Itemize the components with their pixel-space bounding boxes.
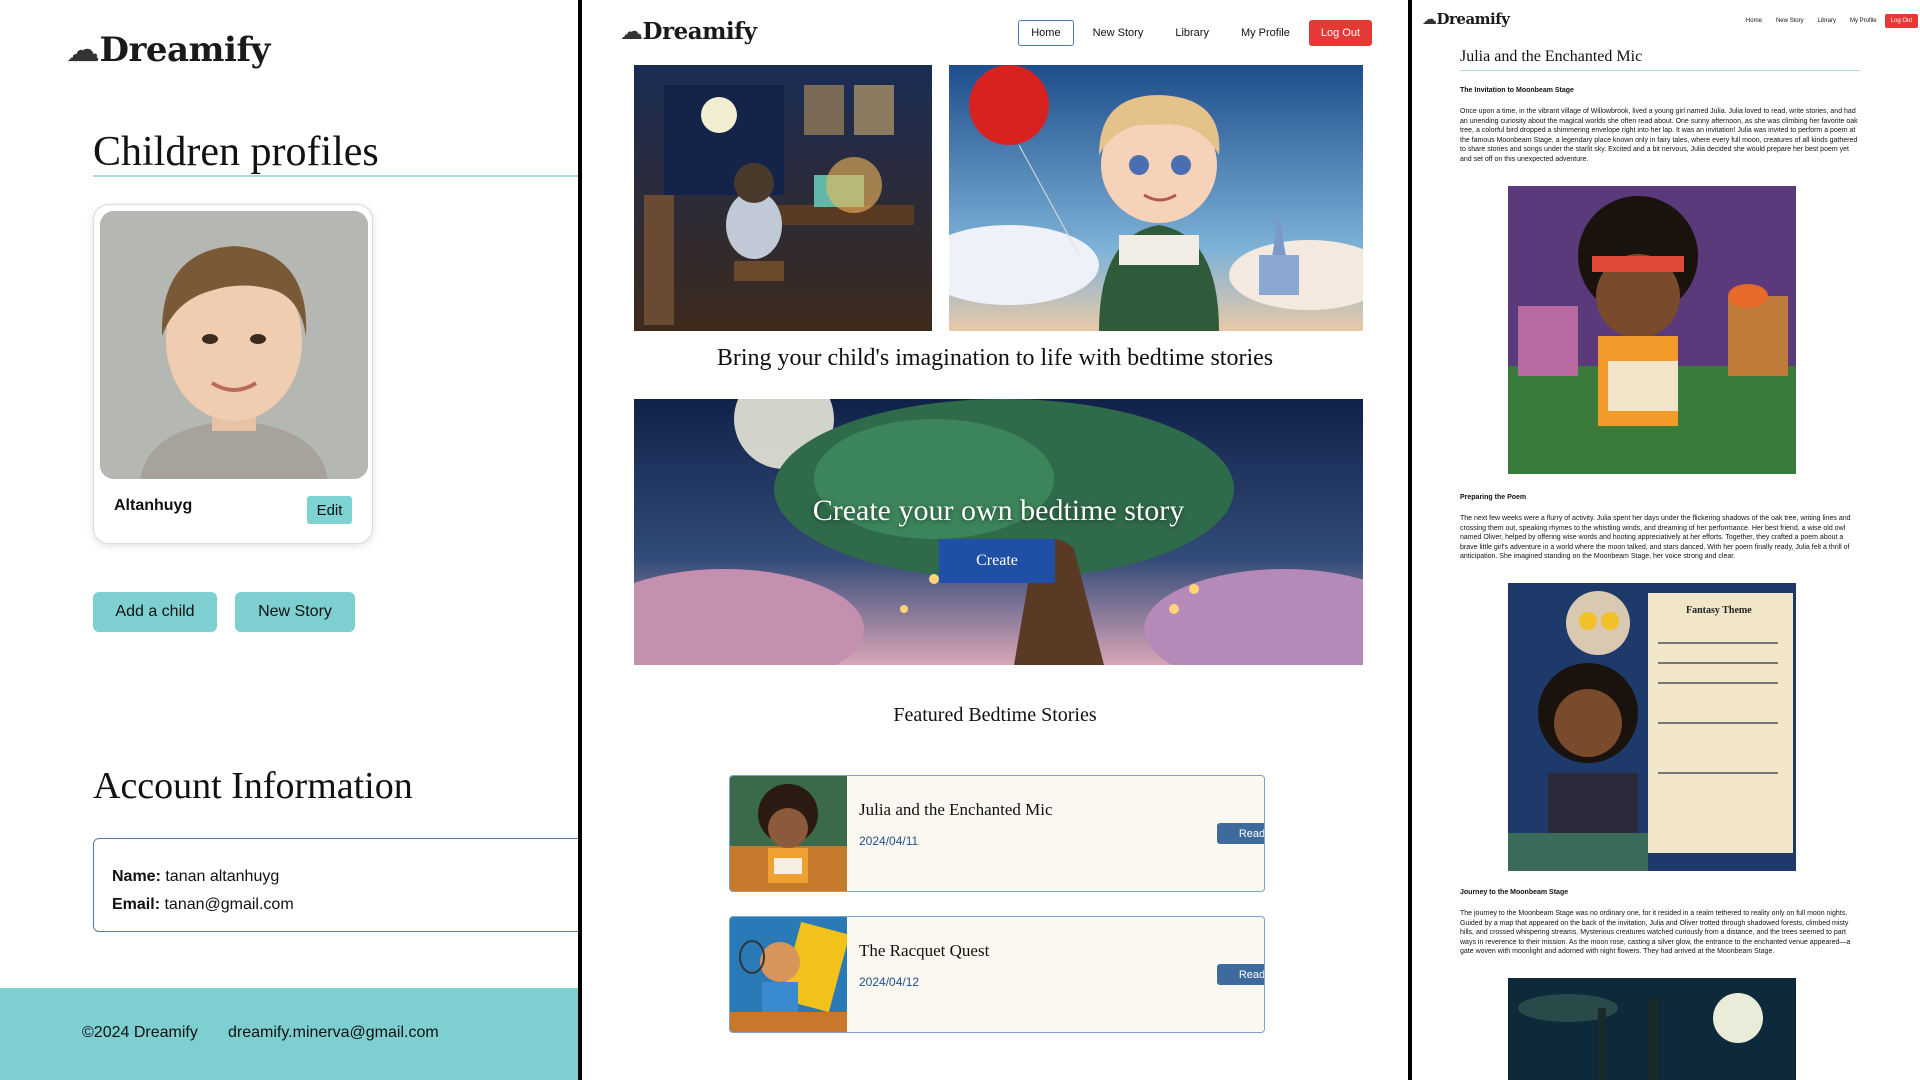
name-value: tanan altanhuyg bbox=[165, 868, 280, 885]
nav-new-story[interactable]: New Story bbox=[1080, 20, 1157, 46]
cloud-logo-icon: ☁ bbox=[66, 30, 100, 70]
title-divider bbox=[93, 175, 578, 177]
email-value: tanan@gmail.com bbox=[164, 896, 294, 913]
account-email-row: Email: tanan@gmail.com bbox=[112, 891, 574, 919]
child-profile-card: Altanhuyg Edit bbox=[93, 204, 373, 544]
banner-headline: Create your own bedtime story bbox=[812, 494, 1185, 527]
create-story-button[interactable]: Create bbox=[939, 539, 1055, 583]
section-paragraph: Once upon a time, in the vibrant village… bbox=[1460, 108, 1858, 163]
dreamify-logo[interactable]: ☁Dreamify bbox=[66, 30, 270, 70]
hero-tagline: Bring your child's imagination to life w… bbox=[716, 345, 1274, 371]
fantasy-theme-label: Fantasy Theme bbox=[1686, 605, 1752, 616]
nav-home[interactable]: Home bbox=[1740, 15, 1768, 27]
profile-page: ☁Dreamify Children profiles Altanhuyg Ed… bbox=[0, 0, 578, 1080]
cloud-logo-icon: ☁ bbox=[1422, 10, 1437, 28]
logo-text: Dreamify bbox=[642, 18, 757, 45]
story-illustration bbox=[1508, 186, 1796, 474]
read-story-button[interactable]: Read bbox=[1217, 964, 1264, 985]
featured-stories-title: Featured Bedtime Stories bbox=[893, 704, 1097, 726]
add-child-button[interactable]: Add a child bbox=[93, 592, 217, 632]
logo-text: Dreamify bbox=[99, 30, 271, 70]
story-illustration: Fantasy Theme bbox=[1508, 583, 1796, 871]
email-label: Email: bbox=[112, 896, 161, 913]
logout-button[interactable]: Log Out bbox=[1308, 20, 1372, 46]
create-story-banner: Create your own bedtime story Create bbox=[634, 399, 1363, 665]
edit-child-button[interactable]: Edit bbox=[307, 496, 352, 524]
story-page-title: Julia and the Enchanted Mic bbox=[1460, 48, 1643, 65]
story-reader-page: ☁Dreamify Home New Story Library My Prof… bbox=[1412, 0, 1920, 1080]
nav-home[interactable]: Home bbox=[1018, 20, 1074, 46]
child-name: Altanhuyg bbox=[114, 497, 193, 514]
nav-library[interactable]: Library bbox=[1812, 15, 1842, 27]
footer-copyright: ©2024 Dreamify bbox=[82, 1024, 198, 1041]
story-title[interactable]: Julia and the Enchanted Mic bbox=[859, 800, 1053, 820]
section-heading: The Invitation to Moonbeam Stage bbox=[1460, 87, 1574, 94]
child-avatar bbox=[100, 211, 368, 479]
story-card[interactable]: The Racquet Quest 2024/04/12 Read bbox=[729, 916, 1265, 1033]
account-information-title: Account Information bbox=[93, 765, 413, 807]
story-thumbnail bbox=[730, 776, 847, 891]
dreamify-logo[interactable]: ☁Dreamify bbox=[1422, 10, 1510, 28]
read-story-button[interactable]: Read bbox=[1217, 823, 1264, 844]
nav-my-profile[interactable]: My Profile bbox=[1844, 15, 1883, 27]
nav-new-story[interactable]: New Story bbox=[1770, 15, 1810, 27]
nav-library[interactable]: Library bbox=[1162, 20, 1222, 46]
hero-image-child-balloon bbox=[949, 65, 1363, 331]
footer: ©2024 Dreamify dreamify.minerva@gmail.co… bbox=[0, 988, 578, 1080]
name-label: Name: bbox=[112, 868, 161, 885]
story-title[interactable]: The Racquet Quest bbox=[859, 941, 989, 961]
logo-text: Dreamify bbox=[1436, 10, 1510, 28]
footer-email-link[interactable]: dreamify.minerva@gmail.com bbox=[228, 1024, 439, 1042]
nav-my-profile[interactable]: My Profile bbox=[1228, 20, 1303, 46]
hero-image-boy-desk bbox=[634, 65, 932, 331]
main-nav: Home New Story Library My Profile Log Ou… bbox=[1740, 14, 1918, 28]
section-heading: Journey to the Moonbeam Stage bbox=[1460, 889, 1569, 896]
section-paragraph: The next few weeks were a flurry of acti… bbox=[1460, 515, 1851, 561]
story-card[interactable]: Julia and the Enchanted Mic 2024/04/11 R… bbox=[729, 775, 1265, 892]
main-nav: Home New Story Library My Profile Log Ou… bbox=[1018, 20, 1372, 46]
story-date: 2024/04/11 bbox=[859, 834, 919, 848]
story-date: 2024/04/12 bbox=[859, 975, 920, 989]
children-profiles-title: Children profiles bbox=[93, 129, 379, 175]
logout-button[interactable]: Log Out bbox=[1884, 14, 1918, 28]
account-info-box: Name: tanan altanhuyg Email: tanan@gmail… bbox=[93, 838, 578, 932]
story-thumbnail bbox=[730, 917, 847, 1032]
section-paragraph: The journey to the Moonbeam Stage was no… bbox=[1460, 910, 1851, 956]
account-name-row: Name: tanan altanhuyg bbox=[112, 863, 574, 891]
section-heading: Preparing the Poem bbox=[1460, 494, 1527, 501]
story-illustration bbox=[1508, 978, 1796, 1080]
home-page: ☁Dreamify Home New Story Library My Prof… bbox=[578, 0, 1412, 1080]
title-divider bbox=[1460, 70, 1860, 71]
cloud-logo-icon: ☁ bbox=[620, 19, 643, 45]
dreamify-logo[interactable]: ☁Dreamify bbox=[620, 18, 757, 45]
new-story-button[interactable]: New Story bbox=[235, 592, 355, 632]
